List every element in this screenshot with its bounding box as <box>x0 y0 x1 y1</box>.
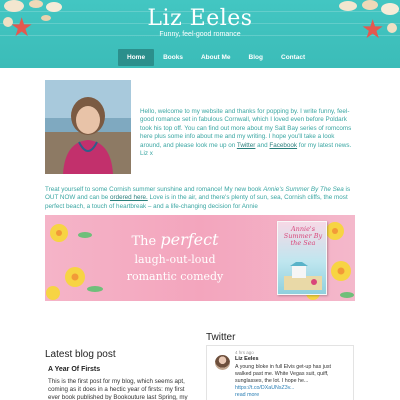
book-cover-title: Annie's Summer By the Sea <box>283 225 323 247</box>
site-tagline: Funny, feel-good romance <box>159 31 241 38</box>
book-cover[interactable]: Annie's Summer By the Sea <box>277 221 327 295</box>
blog-post-title[interactable]: A Year Of Firsts <box>48 366 100 373</box>
twitter-link[interactable]: Twitter <box>237 142 256 149</box>
tweet-body: A young bloke in full Elvis get-up has j… <box>235 364 331 384</box>
tweet-text: A young bloke in full Elvis get-up has j… <box>235 364 347 392</box>
order-here-link[interactable]: ordered here. <box>110 194 148 201</box>
tweet-card: 4 hrs ago Liz Eeles A young bloke in ful… <box>206 345 354 400</box>
facebook-link[interactable]: Facebook <box>269 142 297 149</box>
nav-item-contact[interactable]: Contact <box>272 49 314 66</box>
nav-item-books[interactable]: Books <box>154 49 192 66</box>
site-title[interactable]: Liz Eeles <box>0 6 400 31</box>
main-nav: Home Books About Me Blog Contact <box>118 49 314 66</box>
nav-item-blog[interactable]: Blog <box>240 49 272 66</box>
book-promo-banner[interactable]: The perfect laugh-out-loud romantic come… <box>45 215 355 301</box>
read-more-link[interactable]: read more <box>235 392 259 398</box>
banner-headline: The perfect <box>131 230 219 249</box>
tweet-link[interactable]: https://t.co/DXaUNsZ3v... <box>235 385 294 391</box>
author-photo <box>45 80 131 174</box>
nav-item-home[interactable]: Home <box>118 49 155 66</box>
promo-paragraph: Treat yourself to some Cornish summer su… <box>45 186 359 211</box>
tweet-timestamp: 4 hrs ago <box>235 350 254 355</box>
blog-post-excerpt: This is the first post for my blog, whic… <box>48 378 188 400</box>
twitter-heading: Twitter <box>206 332 236 343</box>
tweet-author[interactable]: Liz Eeles <box>235 356 259 362</box>
intro-paragraph: Hello, welcome to my website and thanks … <box>140 108 355 158</box>
nav-item-about-me[interactable]: About Me <box>192 49 240 66</box>
promo-book-title: Annie's Summer By The Sea <box>263 186 344 193</box>
avatar[interactable] <box>215 355 230 370</box>
banner-subline-2: romantic comedy <box>126 270 224 283</box>
intro-text-end: for my latest news. <box>297 141 352 149</box>
banner-subline: laugh-out-loud <box>134 253 216 266</box>
promo-text: Treat yourself to some Cornish summer su… <box>45 186 264 193</box>
intro-text-connector: and <box>255 141 270 149</box>
cover-illustration <box>284 262 322 290</box>
intro-signoff: Liz x <box>140 150 153 158</box>
blog-heading: Latest blog post <box>45 349 116 360</box>
